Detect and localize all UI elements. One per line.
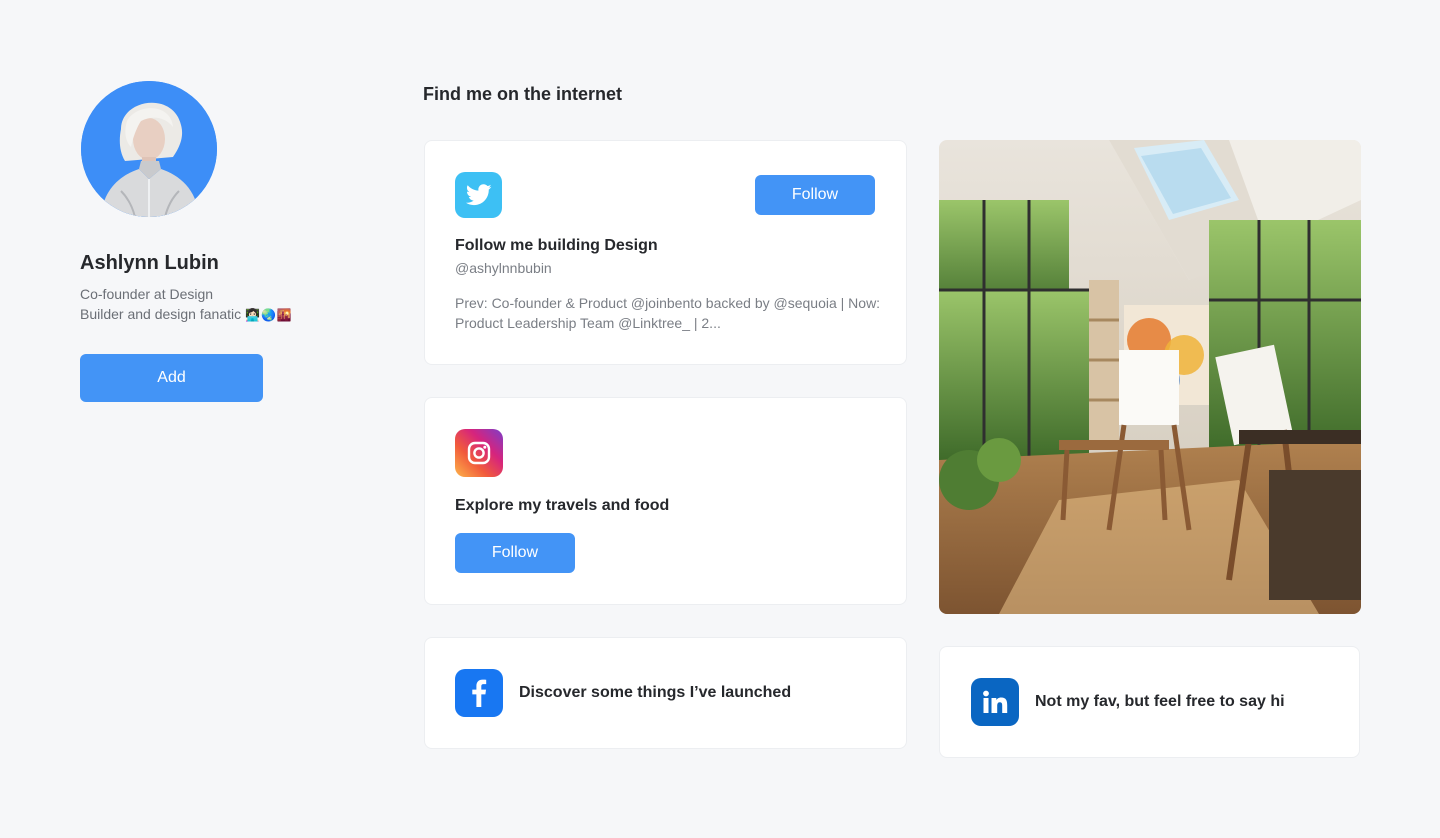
bio-tagline: Builder and design fanatic 👩🏻‍💻🌏🌇 (80, 304, 293, 325)
add-button[interactable]: Add (80, 354, 263, 402)
bio-tagline-text: Builder and design fanatic (80, 306, 242, 322)
instagram-icon (455, 429, 503, 477)
bio-emoji: 👩🏻‍💻🌏🌇 (245, 308, 293, 322)
linkedin-card-title: Not my fav, but feel free to say hi (1035, 693, 1285, 710)
twitter-description: Prev: Co-founder & Product @joinbento ba… (455, 295, 881, 331)
linkedin-card[interactable]: Not my fav, but feel free to say hi (939, 646, 1360, 758)
facebook-card[interactable]: Discover some things I’ve launched (424, 637, 907, 749)
instagram-card[interactable]: Explore my travels and food Follow (424, 397, 907, 605)
bio-role: Co-founder at Design (80, 286, 214, 302)
instagram-card-title: Explore my travels and food (455, 497, 670, 514)
twitter-bird-icon (455, 172, 502, 218)
twitter-handle: @ashylnnbubin (455, 260, 552, 276)
avatar-portrait-image (81, 81, 217, 217)
studio-photo (939, 140, 1361, 614)
profile-name: Ashlynn Lubin (80, 252, 219, 274)
linkedin-icon (971, 678, 1019, 726)
page: Ashlynn Lubin Co-founder at Design Build… (0, 0, 1440, 838)
avatar (81, 81, 217, 217)
profile-bio: Co-founder at Design Builder and design … (80, 284, 293, 325)
facebook-card-title: Discover some things I’ve launched (519, 684, 792, 701)
twitter-follow-button[interactable]: Follow (755, 175, 875, 215)
twitter-card-title: Follow me building Design (455, 237, 658, 254)
instagram-follow-button[interactable]: Follow (455, 533, 575, 573)
facebook-icon (455, 669, 503, 717)
section-title: Find me on the internet (423, 84, 623, 104)
twitter-card[interactable]: Follow Follow me building Design @ashyln… (424, 140, 907, 365)
